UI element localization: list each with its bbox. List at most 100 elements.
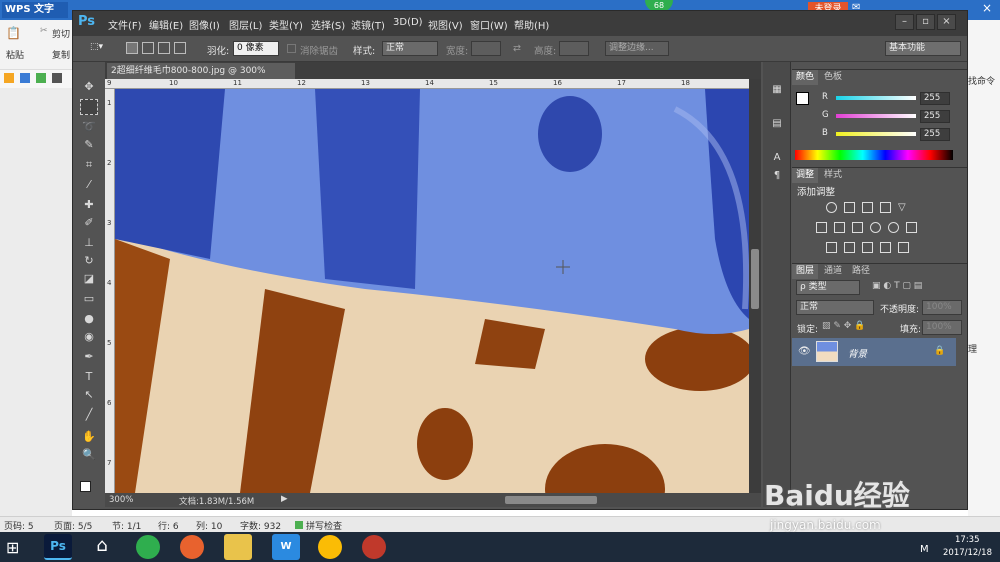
tab-color[interactable]: 颜色 (792, 70, 819, 85)
360-browser-taskbar-icon[interactable] (136, 535, 160, 559)
brightness-icon[interactable] (826, 202, 837, 213)
open-icon[interactable] (4, 73, 14, 83)
menu-help[interactable]: 帮助(H) (514, 17, 549, 32)
fill-input[interactable]: 100% (922, 320, 962, 335)
selective-color-icon[interactable] (898, 242, 909, 253)
line-tool-icon[interactable]: ╱ (80, 407, 98, 423)
menu-select[interactable]: 选择(S) (311, 17, 345, 32)
lock-icons[interactable]: ▨ ✎ ✥ 🔒 (822, 321, 865, 331)
type-tool-icon[interactable]: T (80, 369, 98, 385)
layer-filter-icons[interactable]: ▣ ◐ T ▢ ▤ (872, 281, 922, 291)
menu-layer[interactable]: 图层(L) (229, 17, 262, 32)
close-button[interactable]: × (937, 14, 956, 30)
layer-name[interactable]: 背景 (848, 346, 867, 360)
height-input[interactable] (559, 41, 589, 56)
wps-close-icon[interactable]: × (982, 1, 992, 15)
eyedropper-tool-icon[interactable]: ⁄ (80, 177, 98, 193)
zoom-tool-icon[interactable]: 🔍 (80, 447, 98, 463)
new-selection-icon[interactable] (126, 42, 138, 54)
print-icon[interactable] (52, 73, 62, 83)
history-brush-tool-icon[interactable]: ↻ (80, 253, 98, 269)
tab-layers[interactable]: 图层 (792, 264, 819, 279)
restore-button[interactable]: ▫ (916, 14, 935, 30)
paste-button[interactable]: 粘贴 (6, 48, 24, 61)
menu-3d[interactable]: 3D(D) (393, 17, 423, 28)
swap-icon[interactable]: ⇄ (513, 43, 521, 54)
brush-tool-icon[interactable]: ✐ (80, 215, 98, 231)
tab-styles[interactable]: 样式 (820, 168, 846, 183)
document-canvas[interactable] (115, 89, 749, 493)
hand-tool-icon[interactable]: ✋ (80, 429, 98, 445)
eraser-tool-icon[interactable]: ◪ (80, 271, 98, 287)
ime-indicator[interactable]: M (920, 544, 929, 555)
lasso-tool-icon[interactable]: ➰ (80, 119, 98, 135)
tab-paths[interactable]: 路径 (848, 264, 874, 279)
actions-panel-icon[interactable]: ▤ (769, 118, 785, 132)
chrome-taskbar-icon[interactable] (318, 535, 342, 559)
feather-input[interactable]: 0 像素 (233, 41, 279, 56)
vertical-scroll-thumb[interactable] (751, 249, 759, 309)
wps-logo[interactable]: WPS 文字 (2, 2, 68, 18)
character-panel-icon[interactable]: A (769, 152, 785, 166)
channel-r-slider[interactable] (836, 96, 916, 100)
cut-icon[interactable]: ✂ (40, 26, 48, 36)
subtract-selection-icon[interactable] (158, 42, 170, 54)
blur-tool-icon[interactable]: ● (80, 311, 98, 327)
gradient-map-icon[interactable] (880, 242, 891, 253)
threshold-icon[interactable] (862, 242, 873, 253)
spell-check-icon[interactable] (295, 521, 303, 529)
width-input[interactable] (471, 41, 501, 56)
clock-date[interactable]: 2017/12/18 (943, 548, 992, 558)
minimize-button[interactable]: – (895, 14, 914, 30)
menu-edit[interactable]: 编辑(E) (149, 17, 183, 32)
exposure-icon[interactable] (880, 202, 891, 213)
export-icon[interactable] (36, 73, 46, 83)
dodge-tool-icon[interactable]: ◉ (80, 329, 98, 345)
status-menu-icon[interactable]: ▶ (281, 494, 288, 504)
menu-type[interactable]: 类型(Y) (269, 17, 303, 32)
spell-check-button[interactable]: 拼写检查 (306, 519, 342, 532)
cut-button[interactable]: 剪切 (52, 27, 70, 40)
vertical-scrollbar[interactable] (749, 79, 761, 493)
foreground-color-chip[interactable] (796, 92, 809, 105)
tab-channels[interactable]: 通道 (820, 264, 846, 279)
hue-saturation-icon[interactable] (816, 222, 827, 233)
zoom-level[interactable]: 300% (109, 495, 133, 505)
style-select[interactable]: 正常 (382, 41, 438, 56)
gradient-tool-icon[interactable]: ▭ (80, 291, 98, 307)
file-explorer-taskbar-icon[interactable] (224, 534, 252, 560)
paragraph-panel-icon[interactable]: ¶ (769, 170, 785, 184)
channel-b-slider[interactable] (836, 132, 916, 136)
layer-row-background[interactable]: 👁 背景 🔒 (792, 338, 956, 366)
intersect-selection-icon[interactable] (174, 42, 186, 54)
healing-brush-tool-icon[interactable]: ✚ (80, 197, 98, 213)
refine-edge-button[interactable]: 调整边缘... (605, 41, 669, 56)
channel-r-value[interactable]: 255 (920, 92, 950, 105)
path-select-tool-icon[interactable]: ↖ (80, 387, 98, 403)
color-spectrum-ramp[interactable] (795, 150, 953, 160)
curves-icon[interactable] (862, 202, 873, 213)
save-icon[interactable] (20, 73, 30, 83)
blend-mode-select[interactable]: 正常 (796, 300, 874, 315)
menu-filter[interactable]: 滤镜(T) (351, 17, 385, 32)
color-balance-icon[interactable] (834, 222, 845, 233)
levels-icon[interactable] (844, 202, 855, 213)
visibility-eye-icon[interactable]: 👁 (798, 346, 811, 357)
marquee-preset-icon[interactable]: ⬚▾ (87, 41, 111, 56)
menu-view[interactable]: 视图(V) (428, 17, 463, 32)
paste-icon[interactable]: 📋 (6, 26, 21, 40)
photoshop-taskbar-icon[interactable]: Ps (44, 534, 72, 560)
game-taskbar-icon[interactable] (362, 535, 386, 559)
add-selection-icon[interactable] (142, 42, 154, 54)
channel-b-value[interactable]: 255 (920, 128, 950, 141)
black-white-icon[interactable] (852, 222, 863, 233)
menu-file[interactable]: 文件(F) (108, 17, 142, 32)
firefox-taskbar-icon[interactable] (180, 535, 204, 559)
copy-button[interactable]: 复制 (52, 48, 70, 61)
horizontal-scroll-thumb[interactable] (505, 496, 597, 504)
color-lookup-icon[interactable] (906, 222, 917, 233)
foreground-color-swatch[interactable] (80, 481, 91, 492)
quick-select-tool-icon[interactable]: ✎ (80, 137, 98, 153)
channel-g-value[interactable]: 255 (920, 110, 950, 123)
tab-swatches[interactable]: 色板 (820, 70, 846, 85)
